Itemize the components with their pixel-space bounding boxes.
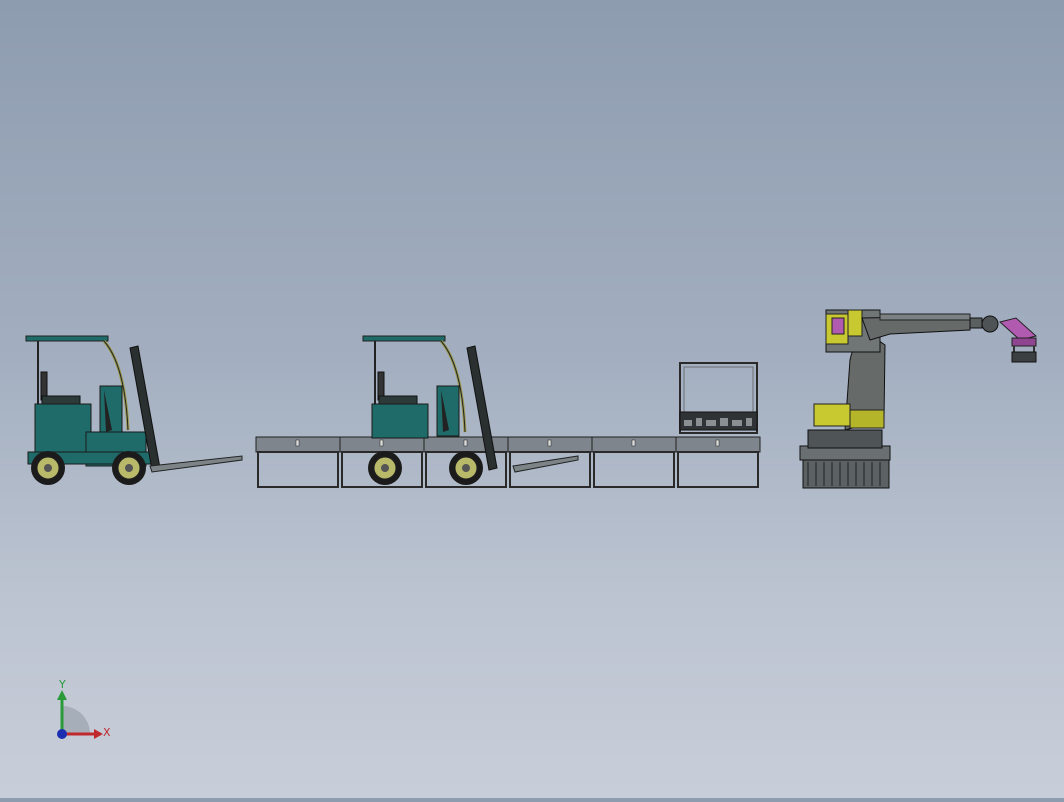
pallet-cage[interactable] (679, 362, 758, 434)
3d-viewport[interactable]: Y X (0, 0, 1064, 798)
triad-svg: Y X (57, 678, 111, 739)
x-arrowhead-icon (94, 729, 103, 739)
y-axis-label: Y (58, 678, 66, 691)
z-axis-dot-icon (57, 729, 67, 739)
forklift-center[interactable] (362, 335, 579, 485)
roller-conveyor-line[interactable] (255, 436, 761, 488)
forklift-left[interactable] (25, 335, 243, 485)
x-axis-label: X (103, 726, 111, 739)
conveyor-section[interactable] (675, 436, 761, 488)
coordinate-triad: Y X (40, 676, 130, 746)
y-arrowhead-icon (57, 690, 67, 700)
conveyor-section[interactable] (255, 436, 341, 488)
conveyor-section[interactable] (591, 436, 677, 488)
industrial-robot-arm[interactable] (799, 309, 1038, 489)
triad-plane (62, 706, 90, 734)
scene-svg (25, 309, 1038, 489)
